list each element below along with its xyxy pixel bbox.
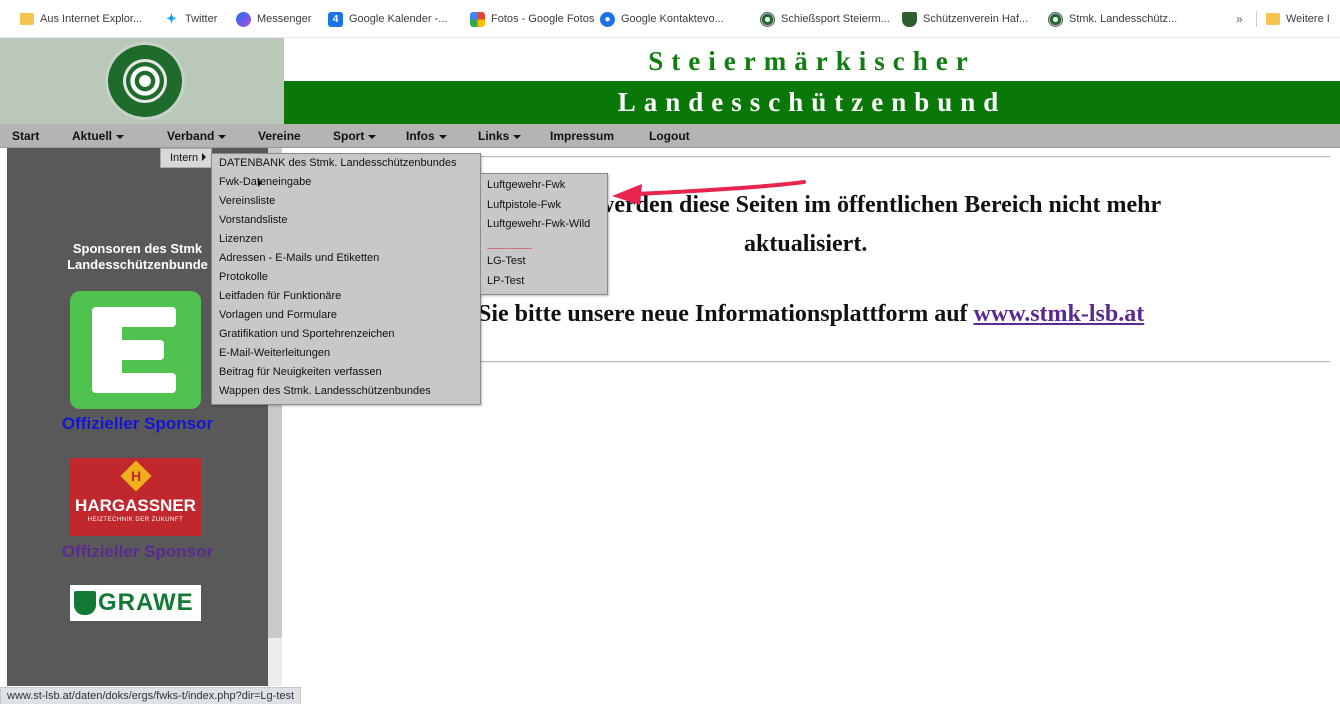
annotation-arrow-icon	[612, 180, 806, 205]
annotation-arrow-shaft	[634, 180, 806, 196]
status-bar-url: www.st-lsb.at/daten/doks/ergs/fwks-t/ind…	[0, 687, 302, 704]
annotation-arrow-head	[612, 184, 642, 205]
